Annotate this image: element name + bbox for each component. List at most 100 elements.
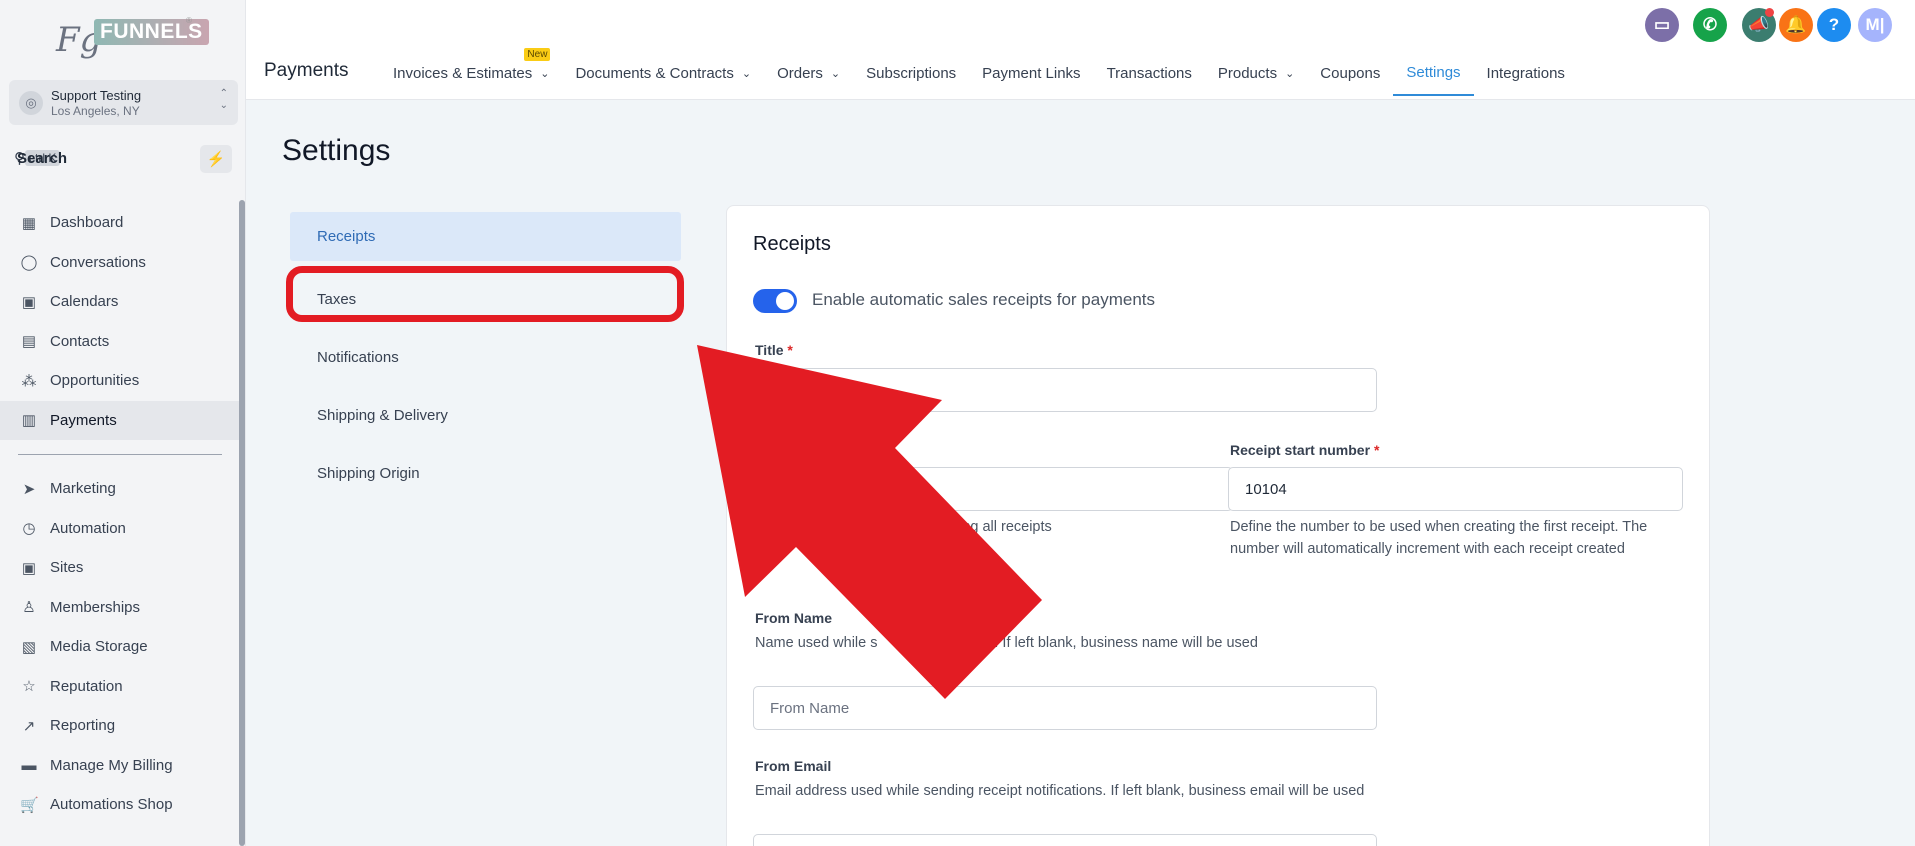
calendar-icon: ▣ — [21, 293, 37, 311]
chevron-down-icon: ⌄ — [540, 67, 550, 80]
sidebar-item-payments[interactable]: ▥ Payments — [0, 400, 240, 440]
from-name-input[interactable]: From Name — [753, 686, 1377, 730]
tab-payment-links[interactable]: Payment Links — [969, 50, 1093, 96]
chat-widget-icon[interactable]: ▭ — [1645, 8, 1679, 42]
prefix-description: ating all receipts — [947, 519, 1052, 535]
star-icon: ☆ — [22, 678, 36, 696]
top-header: Payments Invoices & Estimates ⌄ New Documen… — [246, 0, 1915, 100]
tab-label: Subscriptions — [866, 64, 957, 82]
sidebar-item-label: Reputation — [50, 677, 123, 695]
start-number-input[interactable]: 10104 — [1228, 467, 1683, 511]
phone-icon[interactable]: ✆ — [1693, 8, 1727, 42]
help-icon[interactable]: ? — [1817, 8, 1851, 42]
tab-label: Integrations — [1486, 64, 1565, 82]
tab-transactions[interactable]: Transactions — [1094, 50, 1205, 96]
receipts-toggle[interactable] — [753, 289, 797, 313]
sidebar-item-opportunities[interactable]: ⁂ Opportunities — [0, 361, 240, 401]
tab-label: Payment Links — [982, 64, 1081, 82]
sidebar-item-reputation[interactable]: ☆ Reputation — [0, 667, 240, 707]
search-label: Search — [17, 149, 68, 167]
opportunities-icon: ⁂ — [21, 372, 37, 390]
notification-dot — [1765, 8, 1774, 17]
receipts-panel: Receipts Enable automatic sales receipts… — [726, 205, 1710, 846]
tab-integrations[interactable]: Integrations — [1474, 50, 1578, 96]
from-email-description: Email address used while sending receipt… — [755, 783, 1365, 799]
annotation-highlight-taxes — [286, 266, 684, 322]
sidebar-item-label: Marketing — [50, 480, 116, 498]
toggle-label: Enable automatic sales receipts for paym… — [812, 290, 1156, 309]
sidebar-scrollbar[interactable] — [239, 200, 245, 846]
dashboard-icon: ▦ — [21, 214, 37, 232]
cart-icon: 🛒 — [20, 796, 39, 814]
bell-icon[interactable]: 🔔 — [1779, 8, 1813, 42]
settings-menu-shipping-origin[interactable]: Shipping Origin — [290, 444, 681, 502]
sidebar-item-calendars[interactable]: ▣ Calendars — [0, 282, 240, 322]
tab-products[interactable]: Products ⌄ — [1205, 50, 1307, 96]
tab-orders[interactable]: Orders ⌄ — [764, 50, 853, 96]
from-email-input[interactable] — [753, 834, 1377, 846]
tab-label: Invoices & Estimates — [393, 64, 533, 82]
sidebar-item-dashboard[interactable]: ▦ Dashboard — [0, 203, 240, 243]
title-input[interactable] — [753, 368, 1377, 412]
sidebar-item-label: Automations Shop — [50, 796, 173, 814]
tab-subscriptions[interactable]: Subscriptions — [853, 50, 969, 96]
quick-action-button[interactable]: ⚡ — [200, 145, 232, 173]
logo-registered: ® — [186, 16, 192, 25]
sidebar-item-label: Manage My Billing — [50, 756, 173, 774]
payments-icon: ▥ — [21, 412, 37, 430]
search-button[interactable]: ⚲ Search ctrl K — [9, 145, 193, 171]
start-number-label: Receipt start number * — [1230, 442, 1380, 458]
trend-icon: ↗ — [22, 717, 36, 735]
settings-menu-notifications[interactable]: Notifications — [290, 328, 681, 386]
tab-label: Settings — [1406, 63, 1461, 81]
sidebar-item-label: Dashboard — [50, 214, 124, 232]
settings-menu-shipping-delivery[interactable]: Shipping & Delivery — [290, 386, 681, 444]
tab-coupons[interactable]: Coupons — [1307, 50, 1393, 96]
user-avatar[interactable]: M| — [1858, 8, 1892, 42]
sidebar-item-memberships[interactable]: ♙ Memberships — [0, 588, 240, 628]
sidebar-item-automations-shop[interactable]: 🛒 Automations Shop — [0, 785, 240, 825]
sidebar-item-contacts[interactable]: ▤ Contacts — [0, 322, 240, 362]
sidebar-item-automation[interactable]: ◷ Automation — [0, 509, 240, 549]
sidebar: Fg FUNNELS ® ◎ Support Testing Los Angel… — [0, 0, 246, 846]
chevron-down-icon: ⌄ — [741, 67, 752, 80]
image-icon: ▧ — [21, 638, 37, 656]
sidebar-divider — [18, 454, 222, 455]
tab-label: Coupons — [1320, 64, 1381, 82]
tab-documents-contracts[interactable]: Documents & Contracts ⌄ — [562, 50, 764, 96]
sidebar-item-media-storage[interactable]: ▧ Media Storage — [0, 627, 240, 667]
sidebar-item-reporting[interactable]: ↗ Reporting — [0, 706, 240, 746]
sidebar-item-marketing[interactable]: ➤ Marketing — [0, 469, 240, 509]
settings-menu-receipts[interactable]: Receipts — [290, 212, 681, 261]
sidebar-item-label: Contacts — [50, 332, 110, 350]
account-switcher[interactable]: ◎ Support Testing Los Angeles, NY ⌃ ⌄ — [9, 80, 238, 125]
sidebar-item-label: Media Storage — [50, 638, 148, 656]
sidebar-item-conversations[interactable]: ◯ Conversations — [0, 243, 240, 283]
page-title: Settings — [282, 134, 391, 167]
sidebar-item-label: Payments — [50, 411, 117, 429]
megaphone-icon[interactable]: 📣 — [1742, 8, 1776, 42]
sidebar-item-sites[interactable]: ▣ Sites — [0, 548, 240, 588]
toggle-knob — [776, 292, 794, 310]
title-label: Title * — [755, 342, 793, 358]
receipt-prefix-input[interactable] — [753, 467, 1233, 511]
billing-icon: ▬ — [21, 756, 37, 774]
sidebar-item-label: Opportunities — [50, 372, 140, 390]
panel-title: Receipts — [753, 233, 831, 255]
automation-icon: ◷ — [22, 520, 36, 538]
tab-label: Documents & Contracts — [575, 64, 734, 82]
sidebar-item-manage-my-billing[interactable]: ▬ Manage My Billing — [0, 746, 240, 786]
sites-icon: ▣ — [21, 559, 37, 577]
sidebar-item-label: Conversations — [50, 253, 146, 271]
tab-label: Products — [1217, 64, 1278, 82]
brand-logo[interactable]: Fg FUNNELS ® — [56, 16, 209, 64]
tab-settings[interactable]: Settings — [1393, 50, 1474, 96]
payments-tabs: Invoices & Estimates ⌄ New Documents & Cont… — [380, 48, 1578, 100]
tab-label: Orders — [777, 64, 823, 82]
chevron-up-down-icon: ⌃ ⌄ — [219, 88, 228, 111]
sidebar-item-label: Reporting — [50, 717, 116, 735]
tab-invoices-estimates[interactable]: Invoices & Estimates ⌄ New — [380, 48, 562, 96]
sidebar-item-label: Automation — [50, 519, 126, 537]
account-name: Support Testing — [51, 88, 142, 103]
contacts-icon: ▤ — [21, 333, 37, 351]
